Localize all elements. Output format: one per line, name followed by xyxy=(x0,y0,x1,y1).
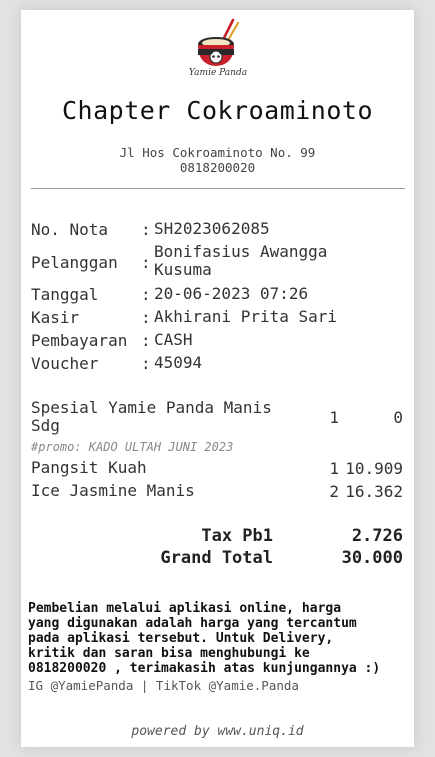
label-tanggal: Tanggal xyxy=(31,285,99,304)
logo-caption: Yamie Panda xyxy=(188,68,248,78)
grand-total-label: Grand Total xyxy=(160,548,273,568)
label-no-nota: No. Nota xyxy=(31,220,109,239)
item-name: Spesial Yamie Panda Manis Sdg xyxy=(31,398,272,435)
colon: : xyxy=(141,354,151,373)
item-name: Pangsit Kuah xyxy=(31,458,147,477)
item-price: 10.909 xyxy=(345,459,403,478)
colon: : xyxy=(141,285,151,304)
colon: : xyxy=(141,331,151,350)
item-price: 16.362 xyxy=(345,482,403,501)
colon: : xyxy=(141,220,151,239)
item-qty: 1 xyxy=(329,408,339,427)
receipt-paper: Yamie Panda Chapter Cokroaminoto Jl Hos … xyxy=(21,10,414,747)
powered-by: powered by www.uniq.id xyxy=(131,724,304,739)
value-no-nota: SH2023062085 xyxy=(154,219,270,238)
colon: : xyxy=(141,253,151,272)
footer-note: Pembelian melalui aplikasi online, harga… xyxy=(28,601,381,676)
header-divider xyxy=(31,188,405,189)
value-tanggal: 20-06-2023 07:26 xyxy=(154,284,309,303)
store-name: Chapter Cokroaminoto xyxy=(61,96,374,125)
value-pembayaran: CASH xyxy=(154,330,193,349)
tax-label: Tax Pb1 xyxy=(201,526,273,546)
value-kasir: Akhirani Prita Sari xyxy=(154,307,338,326)
colon: : xyxy=(141,308,151,327)
item-qty: 2 xyxy=(329,482,339,501)
store-address: Jl Hos Cokroaminoto No. 99 xyxy=(119,145,316,160)
social-handles: IG @YamiePanda | TikTok @Yamie.Panda xyxy=(28,678,299,693)
label-pelanggan: Pelanggan xyxy=(31,253,118,272)
item-qty: 1 xyxy=(329,459,339,478)
label-voucher: Voucher xyxy=(31,354,99,373)
grand-total-value: 30.000 xyxy=(341,548,403,568)
label-kasir: Kasir xyxy=(31,308,80,327)
value-voucher: 45094 xyxy=(154,353,203,372)
label-pembayaran: Pembayaran xyxy=(31,331,128,350)
tax-value: 2.726 xyxy=(351,526,403,546)
item-promo: #promo: KADO ULTAH JUNI 2023 xyxy=(31,440,234,454)
item-name: Ice Jasmine Manis xyxy=(31,481,195,500)
store-phone: 0818200020 xyxy=(179,160,256,175)
value-pelanggan: Bonifasius Awangga Kusuma xyxy=(154,242,328,279)
item-price: 0 xyxy=(393,408,403,427)
